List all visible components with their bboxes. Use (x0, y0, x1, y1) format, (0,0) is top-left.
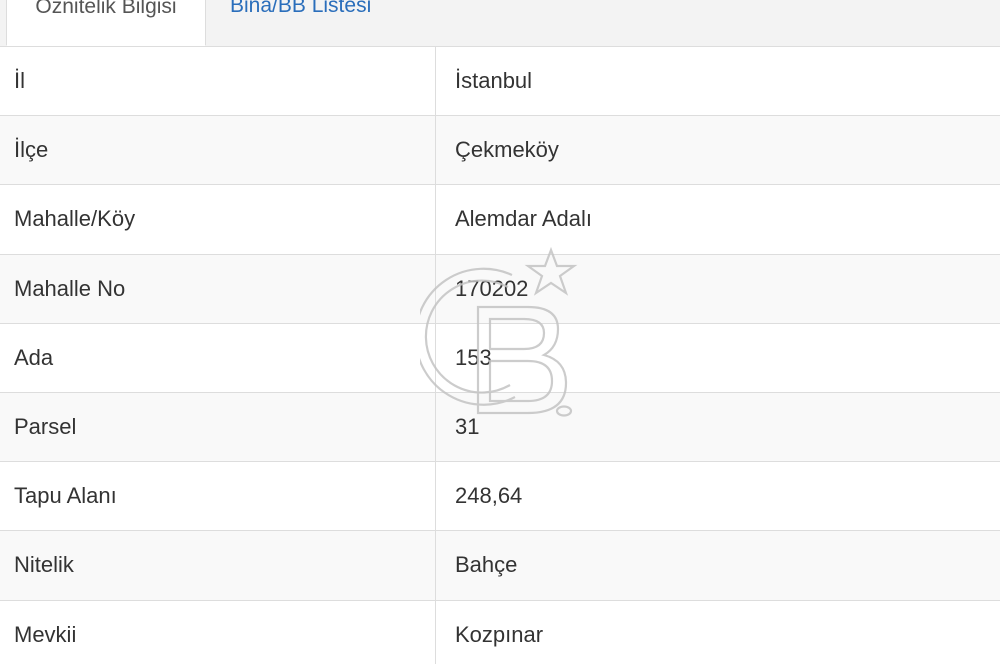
row-label: Parsel (0, 392, 436, 462)
table-row: Ada 153 (0, 323, 1000, 393)
tab-oznitelik-bilgisi[interactable]: Öznitelik Bilgisi (6, 0, 206, 46)
row-value: 31 (455, 414, 480, 440)
row-label: Mevkii (0, 600, 436, 664)
row-value: İstanbul (455, 68, 533, 94)
row-value: Kozpınar (455, 621, 544, 647)
row-label: Nitelik (0, 531, 436, 600)
page: Öznitelik Bilgisi Bina/BB Listesi İl İst… (0, 0, 1000, 664)
row-value: 170202 (455, 275, 529, 301)
tab-bina-bb-listesi[interactable]: Bina/BB Listesi (214, 0, 371, 46)
row-label: Tapu Alanı (0, 462, 436, 531)
table-row: İlçe Çekmeköy (0, 116, 1000, 186)
row-value: Çekmeköy (455, 137, 559, 163)
table-row: Tapu Alanı 248,64 (0, 462, 1000, 532)
table-row: Mahalle/Köy Alemdar Adalı (0, 185, 1000, 255)
attribute-table: İl İstanbul İlçe Çekmeköy Mahalle/Köy Al… (0, 47, 1000, 664)
row-label: İl (0, 47, 436, 116)
table-row: İl İstanbul (0, 47, 1000, 117)
row-value: Bahçe (455, 552, 518, 578)
tab-bar: Öznitelik Bilgisi Bina/BB Listesi (0, 0, 1000, 47)
table-row: Parsel 31 (0, 392, 1000, 463)
row-value: Alemdar Adalı (455, 206, 592, 232)
row-value: 153 (455, 344, 492, 370)
row-label: Mahalle/Köy (0, 185, 436, 254)
row-label: İlçe (0, 116, 436, 185)
row-value: 248,64 (455, 483, 523, 509)
row-label: Mahalle No (0, 254, 436, 323)
table-row: Mahalle No 170202 (0, 254, 1000, 324)
table-row: Mevkii Kozpınar (0, 600, 1000, 664)
row-label: Ada (0, 323, 436, 392)
table-row: Nitelik Bahçe (0, 531, 1000, 601)
